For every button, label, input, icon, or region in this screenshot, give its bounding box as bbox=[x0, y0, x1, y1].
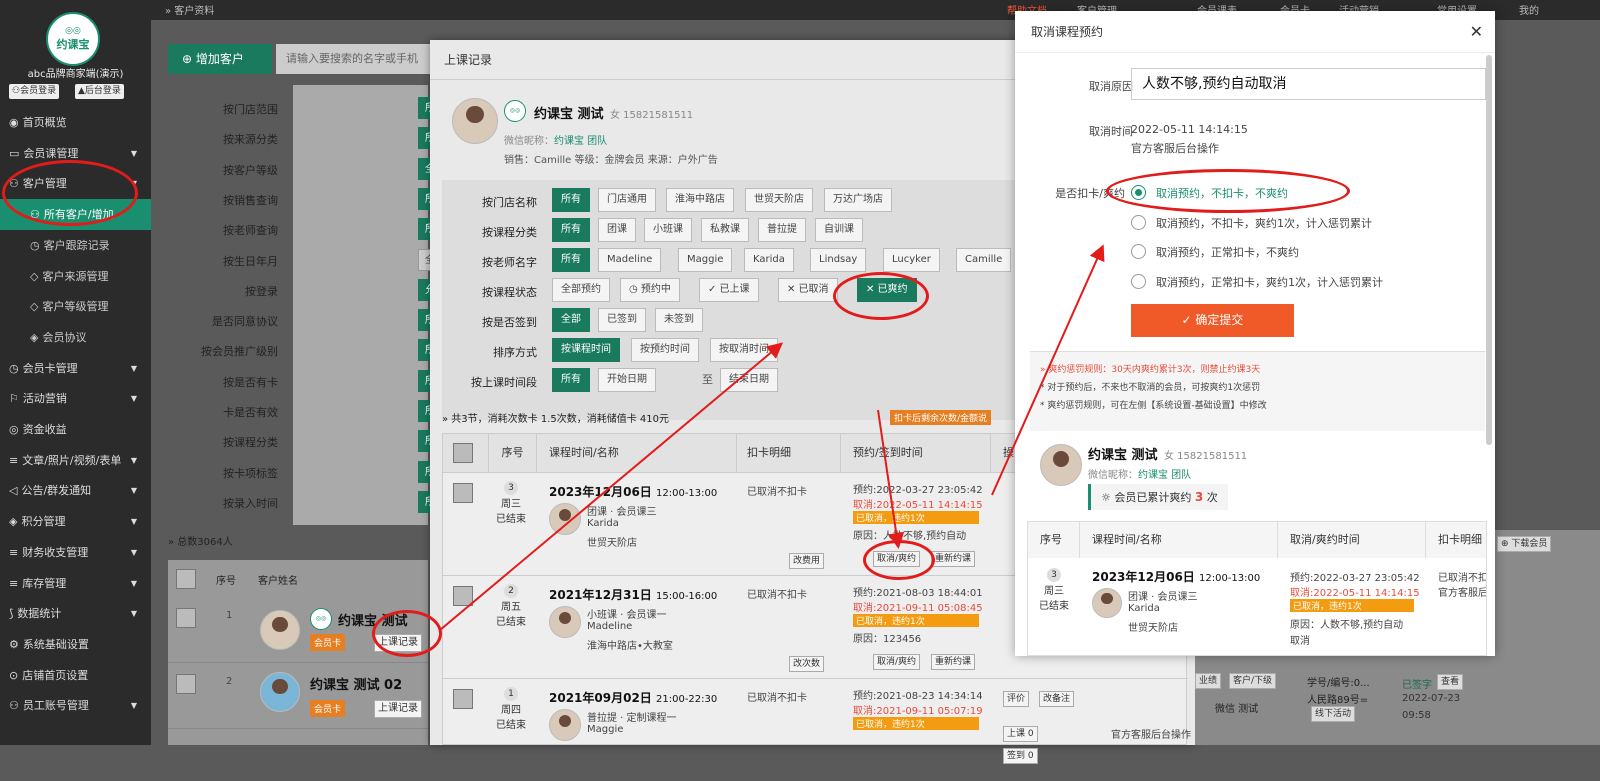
arrow-line bbox=[991, 244, 1105, 496]
annotation-arrows bbox=[439, 244, 1105, 631]
arrow-line bbox=[439, 342, 784, 631]
arrow-line bbox=[877, 409, 905, 549]
bg-side-button[interactable]: 签到 0 bbox=[1003, 748, 1038, 764]
